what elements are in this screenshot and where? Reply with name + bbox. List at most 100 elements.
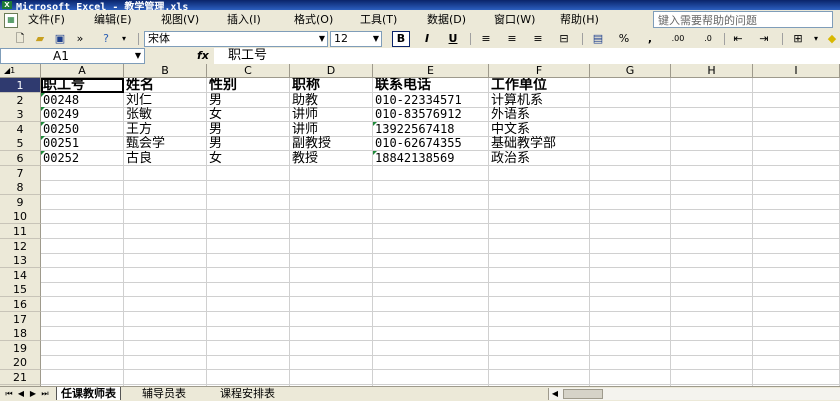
empty-cell[interactable]	[489, 239, 590, 254]
empty-cell[interactable]	[590, 224, 671, 239]
empty-cell[interactable]	[671, 297, 753, 312]
scroll-thumb[interactable]	[563, 389, 603, 399]
align-center-icon[interactable]: ≡	[504, 32, 520, 46]
underline-button[interactable]: U	[444, 31, 462, 47]
empty-cell[interactable]	[590, 297, 671, 312]
empty-cell[interactable]	[753, 78, 840, 93]
empty-cell[interactable]	[671, 180, 753, 195]
table-cell[interactable]: 男	[207, 93, 290, 108]
empty-cell[interactable]	[290, 268, 373, 283]
empty-cell[interactable]	[671, 253, 753, 268]
empty-cell[interactable]	[489, 253, 590, 268]
header-cell[interactable]: 职工号	[41, 78, 124, 93]
empty-cell[interactable]	[753, 370, 840, 385]
empty-cell[interactable]	[489, 297, 590, 312]
row-header-12[interactable]: 12	[0, 239, 41, 254]
empty-cell[interactable]	[41, 224, 124, 239]
empty-cell[interactable]	[671, 370, 753, 385]
empty-cell[interactable]	[373, 268, 489, 283]
empty-cell[interactable]	[41, 180, 124, 195]
row-header-1[interactable]: 1	[0, 78, 41, 93]
table-cell[interactable]: 讲师	[290, 122, 373, 137]
empty-cell[interactable]	[753, 297, 840, 312]
empty-cell[interactable]	[753, 136, 840, 151]
empty-cell[interactable]	[489, 341, 590, 356]
increase-decimal-button[interactable]: .00	[668, 32, 688, 46]
column-header-b[interactable]: B	[124, 64, 207, 78]
empty-cell[interactable]	[207, 253, 290, 268]
empty-cell[interactable]	[41, 370, 124, 385]
empty-cell[interactable]	[753, 341, 840, 356]
empty-cell[interactable]	[124, 224, 207, 239]
empty-cell[interactable]	[590, 341, 671, 356]
empty-cell[interactable]	[590, 107, 671, 122]
table-cell[interactable]: 政治系	[489, 151, 590, 166]
empty-cell[interactable]	[207, 180, 290, 195]
empty-cell[interactable]	[590, 370, 671, 385]
table-cell[interactable]: 讲师	[290, 107, 373, 122]
empty-cell[interactable]	[671, 341, 753, 356]
empty-cell[interactable]	[671, 78, 753, 93]
row-header-10[interactable]: 10	[0, 209, 41, 224]
empty-cell[interactable]	[753, 180, 840, 195]
empty-cell[interactable]	[753, 355, 840, 370]
horizontal-scrollbar[interactable]: ◀	[548, 388, 840, 400]
comma-button[interactable]: ,	[642, 32, 658, 46]
empty-cell[interactable]	[290, 355, 373, 370]
chevron-down-icon[interactable]: ▾	[808, 32, 824, 46]
empty-cell[interactable]	[373, 195, 489, 210]
empty-cell[interactable]	[753, 268, 840, 283]
empty-cell[interactable]	[671, 282, 753, 297]
empty-cell[interactable]	[590, 78, 671, 93]
table-cell[interactable]: 010-22334571	[373, 93, 489, 108]
table-cell[interactable]: 外语系	[489, 107, 590, 122]
menu-insert[interactable]: 插入(I)	[227, 13, 261, 27]
empty-cell[interactable]	[753, 166, 840, 181]
empty-cell[interactable]	[41, 341, 124, 356]
empty-cell[interactable]	[124, 209, 207, 224]
table-cell[interactable]: 00252	[41, 151, 124, 166]
empty-cell[interactable]	[489, 312, 590, 327]
empty-cell[interactable]	[753, 282, 840, 297]
empty-cell[interactable]	[753, 312, 840, 327]
empty-cell[interactable]	[124, 355, 207, 370]
empty-cell[interactable]	[590, 312, 671, 327]
row-header-18[interactable]: 18	[0, 326, 41, 341]
empty-cell[interactable]	[41, 355, 124, 370]
empty-cell[interactable]	[590, 151, 671, 166]
insert-function-button[interactable]: fx	[197, 48, 209, 64]
empty-cell[interactable]	[671, 166, 753, 181]
table-cell[interactable]: 计算机系	[489, 93, 590, 108]
empty-cell[interactable]	[373, 282, 489, 297]
empty-cell[interactable]	[290, 209, 373, 224]
empty-cell[interactable]	[41, 326, 124, 341]
empty-cell[interactable]	[590, 93, 671, 108]
menu-help[interactable]: 帮助(H)	[560, 13, 599, 27]
first-sheet-icon[interactable]: ⏮	[4, 388, 14, 400]
empty-cell[interactable]	[753, 224, 840, 239]
column-header-g[interactable]: G	[590, 64, 671, 78]
empty-cell[interactable]	[373, 370, 489, 385]
empty-cell[interactable]	[207, 297, 290, 312]
select-all-corner[interactable]: ◢1	[0, 64, 41, 78]
empty-cell[interactable]	[124, 239, 207, 254]
header-cell[interactable]: 工作单位	[489, 78, 590, 93]
empty-cell[interactable]	[590, 282, 671, 297]
table-cell[interactable]: 00248	[41, 93, 124, 108]
empty-cell[interactable]	[207, 268, 290, 283]
empty-cell[interactable]	[207, 355, 290, 370]
empty-cell[interactable]	[290, 312, 373, 327]
column-header-c[interactable]: C	[207, 64, 290, 78]
empty-cell[interactable]	[590, 326, 671, 341]
borders-icon[interactable]: ⊞	[790, 32, 806, 46]
empty-cell[interactable]	[590, 253, 671, 268]
empty-cell[interactable]	[373, 209, 489, 224]
empty-cell[interactable]	[290, 326, 373, 341]
empty-cell[interactable]	[290, 195, 373, 210]
empty-cell[interactable]	[290, 166, 373, 181]
empty-cell[interactable]	[489, 268, 590, 283]
row-header-17[interactable]: 17	[0, 312, 41, 327]
name-box[interactable]: A1 ▼	[0, 48, 145, 64]
empty-cell[interactable]	[41, 312, 124, 327]
empty-cell[interactable]	[207, 341, 290, 356]
